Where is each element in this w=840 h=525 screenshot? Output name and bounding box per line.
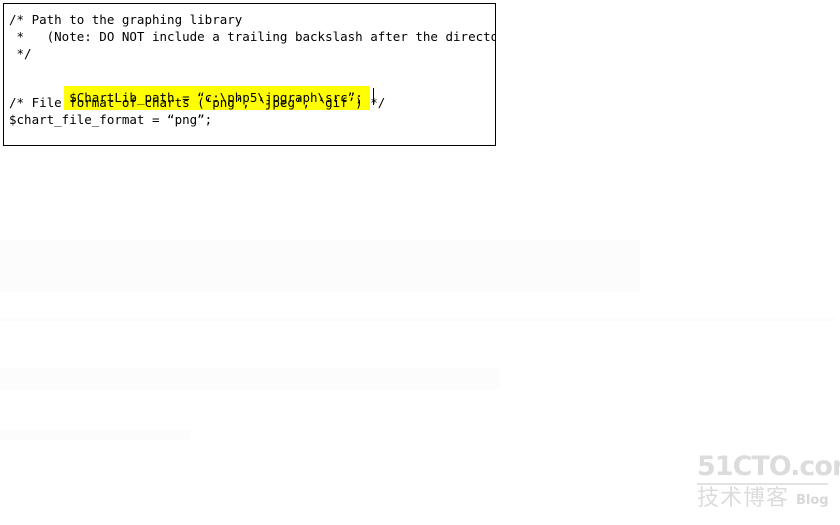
watermark-subtitle-row: 技术博客 Blog bbox=[697, 487, 831, 511]
code-line-comment-close[interactable]: */ bbox=[4, 45, 495, 62]
code-line-chart-format[interactable]: $chart_file_format = “png”; bbox=[4, 111, 495, 128]
code-line-list: /* Path to the graphing library * (Note:… bbox=[4, 11, 495, 128]
screenshot-canvas: /* Path to the graphing library * (Note:… bbox=[0, 0, 840, 525]
code-editor-box[interactable]: /* Path to the graphing library * (Note:… bbox=[3, 3, 496, 146]
watermark-blog-label: Blog bbox=[796, 493, 829, 508]
background-artifact bbox=[0, 430, 190, 440]
watermark: 51CTO.com 技术博客 Blog bbox=[697, 451, 840, 511]
background-artifact bbox=[0, 318, 836, 321]
watermark-site-label: 51CTO.com bbox=[697, 451, 840, 482]
code-line-chartlib-path[interactable]: $ChartLib_path = “c:\php5\jpgraph\src”; bbox=[4, 62, 495, 110]
code-line-comment-format[interactable]: /* File format of charts (‘png’, ‘jpeg’,… bbox=[4, 94, 495, 111]
background-artifact bbox=[0, 240, 640, 292]
code-line-comment-note[interactable]: * (Note: DO NOT include a trailing backs… bbox=[4, 28, 495, 45]
code-line-comment-open[interactable]: /* Path to the graphing library bbox=[4, 11, 495, 28]
watermark-chinese-label: 技术博客 bbox=[697, 486, 790, 511]
watermark-divider bbox=[697, 483, 828, 485]
background-artifact bbox=[0, 368, 500, 390]
